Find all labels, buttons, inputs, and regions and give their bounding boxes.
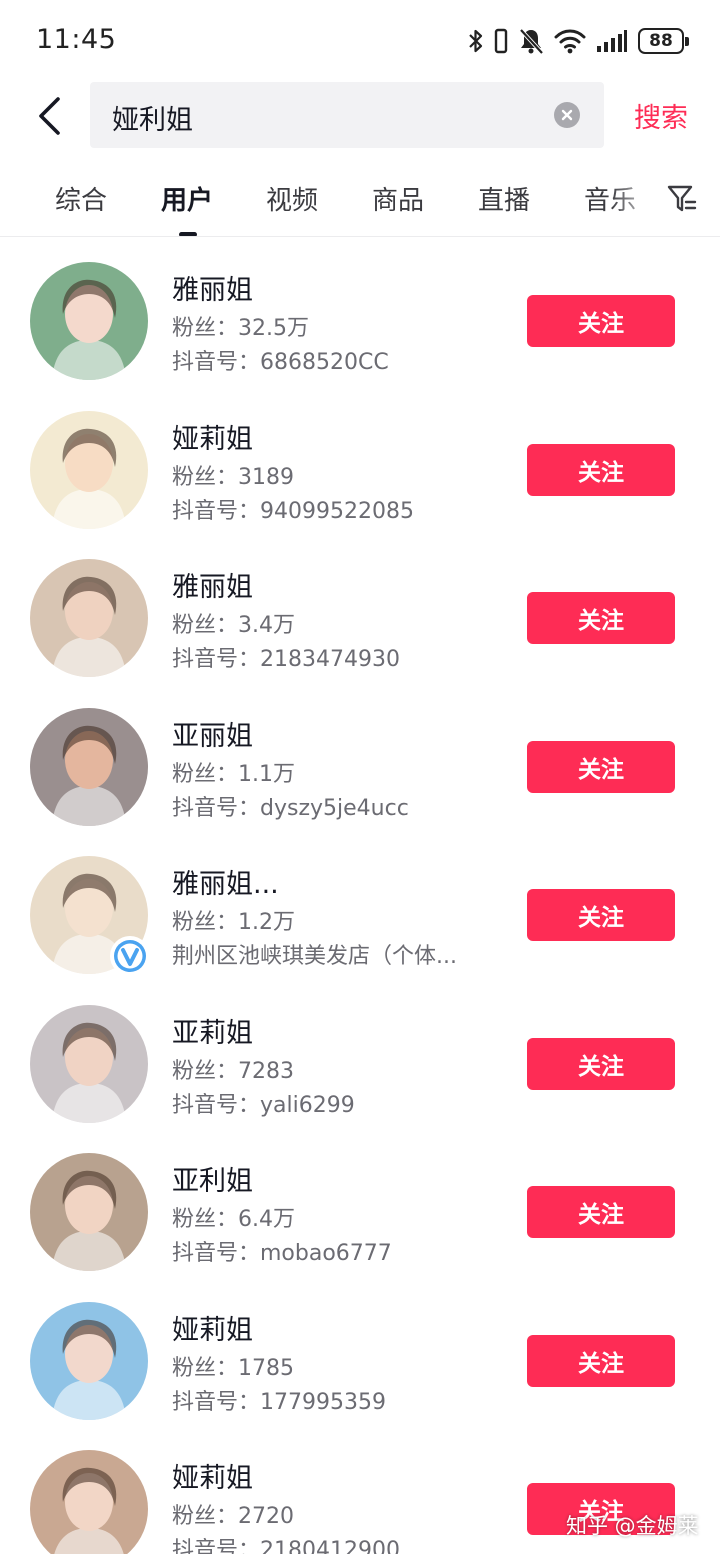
user-avatar[interactable] (30, 411, 148, 529)
user-avatar[interactable] (30, 1302, 148, 1420)
user-avatar[interactable] (30, 1005, 148, 1123)
clear-icon (561, 109, 573, 121)
filter-button[interactable] (666, 182, 698, 216)
back-button[interactable] (26, 90, 74, 142)
status-icons: 88 (468, 24, 689, 58)
wifi-icon (554, 29, 586, 54)
user-row[interactable]: 娅莉姐粉丝：1785 抖音号：177995359 关注 (0, 1280, 720, 1428)
tab-fade-overlay (610, 170, 670, 230)
tab-users[interactable]: 用户 (161, 180, 213, 217)
tabs-divider (0, 236, 720, 237)
watermark: 知乎 @金姆莱 (566, 1514, 699, 1538)
result-tabs: 综合 用户 视频 商品 直播 音乐 (0, 170, 720, 238)
user-avatar[interactable] (30, 1153, 148, 1271)
user-name[interactable]: 娅莉姐 (172, 417, 253, 456)
search-query[interactable]: 娅利姐 (112, 98, 193, 137)
user-douyin-id: 抖音号：2180412900 (172, 1538, 400, 1554)
user-douyin-id: 抖音号：94099522085 (172, 499, 414, 524)
bluetooth-icon (469, 29, 483, 53)
user-name[interactable]: 娅莉姐 (172, 1308, 253, 1347)
user-fans-count: 粉丝：3189 (172, 465, 294, 490)
follow-button[interactable]: 关注 (527, 741, 675, 793)
search-button[interactable]: 搜索 (634, 96, 688, 135)
mute-icon (519, 28, 544, 55)
tab-all[interactable]: 综合 (55, 180, 107, 217)
user-fans-count: 粉丝：1.2万 (172, 910, 295, 935)
user-row[interactable]: 雅丽姐粉丝：3.4万抖音号：2183474930 关注 (0, 537, 720, 685)
follow-button[interactable]: 关注 (527, 889, 675, 941)
follow-button[interactable]: 关注 (527, 444, 675, 496)
user-douyin-id: 抖音号：mobao6777 (172, 1241, 392, 1266)
clear-search-button[interactable] (554, 102, 580, 128)
vibrate-icon (494, 28, 508, 54)
follow-button[interactable]: 关注 (527, 592, 675, 644)
tab-live[interactable]: 直播 (478, 180, 530, 217)
user-name[interactable]: 亚莉姐 (172, 1011, 253, 1050)
user-row[interactable]: 雅丽姐粉丝：32.5万抖音号：6868520CC 关注 (0, 240, 720, 388)
user-fans-count: 粉丝：32.5万 (172, 316, 309, 341)
user-row[interactable]: 娅莉姐粉丝：3189 抖音号：94099522085 关注 (0, 389, 720, 537)
signal-icon (597, 30, 627, 52)
user-fans-count: 粉丝：7283 (172, 1059, 294, 1084)
user-name[interactable]: 雅丽姐 (172, 268, 253, 307)
follow-button[interactable]: 关注 (527, 1186, 675, 1238)
battery-level: 88 (649, 30, 673, 51)
tab-videos[interactable]: 视频 (266, 180, 318, 217)
user-fans-count: 粉丝：6.4万 (172, 1207, 295, 1232)
user-name[interactable]: 雅丽姐 (172, 565, 253, 604)
user-douyin-id: 荆州区池峡琪美发店（个体... (172, 944, 457, 969)
user-row[interactable]: 亚丽姐粉丝：1.1万抖音号：dyszy5je4ucc 关注 (0, 686, 720, 834)
status-time: 11:45 (36, 24, 117, 55)
user-avatar[interactable] (30, 708, 148, 826)
verified-badge-icon (110, 936, 150, 976)
search-input[interactable]: 娅利姐 (90, 82, 604, 148)
user-fans-count: 粉丝：3.4万 (172, 613, 295, 638)
user-douyin-id: 抖音号：yali6299 (172, 1093, 355, 1118)
user-row[interactable]: 雅丽姐... 粉丝：1.2万荆州区池峡琪美发店（个体... 关注 (0, 834, 720, 982)
user-name[interactable]: 雅丽姐... (172, 862, 279, 901)
battery-icon: 88 (638, 28, 689, 54)
user-avatar[interactable] (30, 1450, 148, 1554)
user-row[interactable]: 亚利姐粉丝：6.4万抖音号：mobao6777 关注 (0, 1131, 720, 1279)
user-avatar[interactable] (30, 559, 148, 677)
user-fans-count: 粉丝：2720 (172, 1504, 294, 1529)
user-douyin-id: 抖音号：177995359 (172, 1390, 386, 1415)
back-arrow-icon (39, 97, 60, 135)
search-results-page: 11:45 88 娅利姐 搜索 综合 用户 视频 商品 直播 雅丽姐 粉丝：32… (0, 0, 720, 1554)
user-douyin-id: 抖音号：2183474930 (172, 647, 400, 672)
search-header: 娅利姐 搜索 (0, 80, 720, 152)
user-fans-count: 粉丝：1.1万 (172, 762, 295, 787)
user-douyin-id: 抖音号：6868520CC (172, 350, 389, 375)
user-row[interactable]: 亚莉姐粉丝：7283 抖音号：yali6299 关注 (0, 983, 720, 1131)
user-douyin-id: 抖音号：dyszy5je4ucc (172, 796, 409, 821)
user-name[interactable]: 娅莉姐 (172, 1456, 253, 1495)
follow-button[interactable]: 关注 (527, 1038, 675, 1090)
status-bar: 11:45 88 (0, 0, 720, 80)
user-fans-count: 粉丝：1785 (172, 1356, 294, 1381)
user-avatar[interactable] (30, 262, 148, 380)
follow-button[interactable]: 关注 (527, 295, 675, 347)
user-name[interactable]: 亚丽姐 (172, 714, 253, 753)
user-name[interactable]: 亚利姐 (172, 1159, 253, 1198)
follow-button[interactable]: 关注 (527, 1335, 675, 1387)
tab-products[interactable]: 商品 (372, 180, 424, 217)
filter-icon (667, 185, 697, 212)
